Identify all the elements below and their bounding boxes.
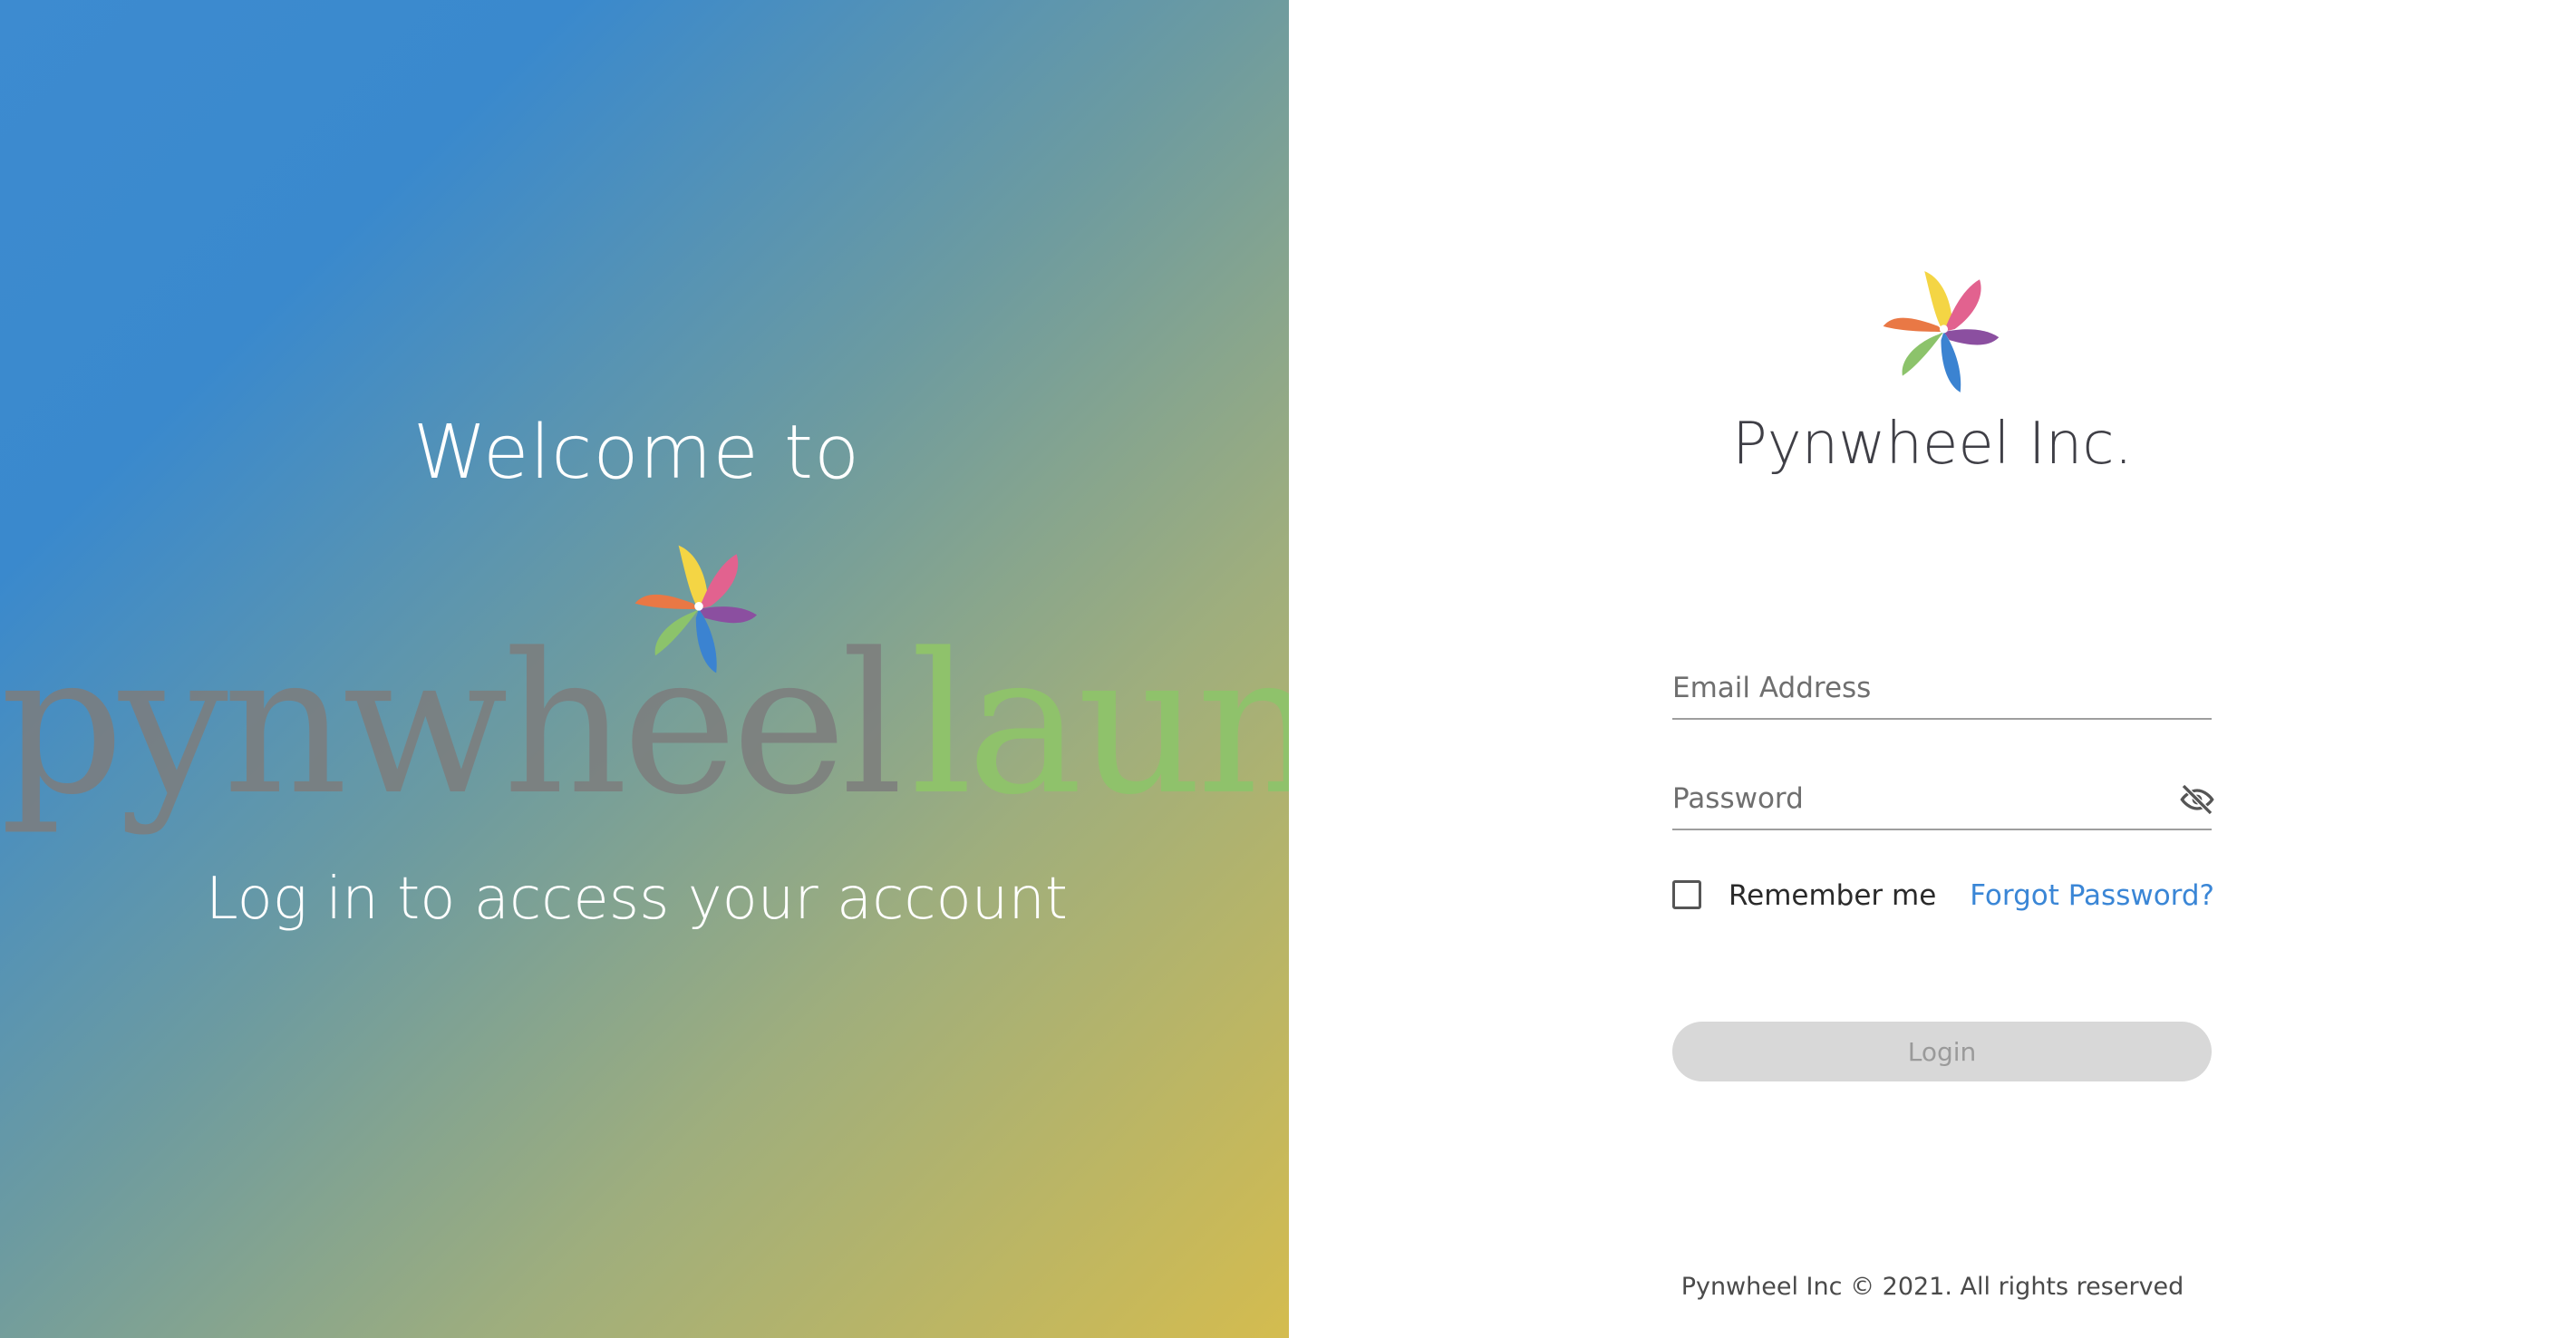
login-panel: Pynwheel Inc. Remember me Forgot Passwor…	[1289, 0, 2576, 1338]
pynwheel-launch-wordmark: pynwheellaunch	[0, 616, 1289, 834]
login-page: Welcome to pynwheellaunch Log in to acce…	[0, 0, 2576, 1338]
company-name: Pynwheel Inc.	[1732, 411, 2133, 478]
password-field	[1672, 772, 2214, 830]
email-input[interactable]	[1672, 662, 2162, 714]
wordmark-launch: launch	[910, 612, 1289, 838]
eye-off-icon[interactable]	[2175, 781, 2219, 818]
remember-row: Remember me Forgot Password?	[1672, 877, 2216, 917]
welcome-heading: Welcome to	[412, 410, 861, 496]
email-field	[1672, 662, 2212, 720]
remember-me-label[interactable]: Remember me	[1729, 877, 1936, 914]
wordmark-pynwheel: pynwheel	[0, 612, 903, 838]
hero-tagline: Log in to access your account	[206, 866, 1068, 933]
login-button[interactable]: Login	[1672, 1022, 2212, 1081]
pinwheel-logo-icon	[1883, 271, 2000, 393]
password-input[interactable]	[1672, 772, 2162, 825]
forgot-password-link[interactable]: Forgot Password?	[1970, 877, 2214, 914]
footer-copyright: Pynwheel Inc © 2021. All rights reserved	[1680, 1273, 2184, 1301]
remember-me-checkbox[interactable]	[1672, 880, 1701, 909]
welcome-hero-panel: Welcome to pynwheellaunch Log in to acce…	[0, 0, 1289, 1338]
